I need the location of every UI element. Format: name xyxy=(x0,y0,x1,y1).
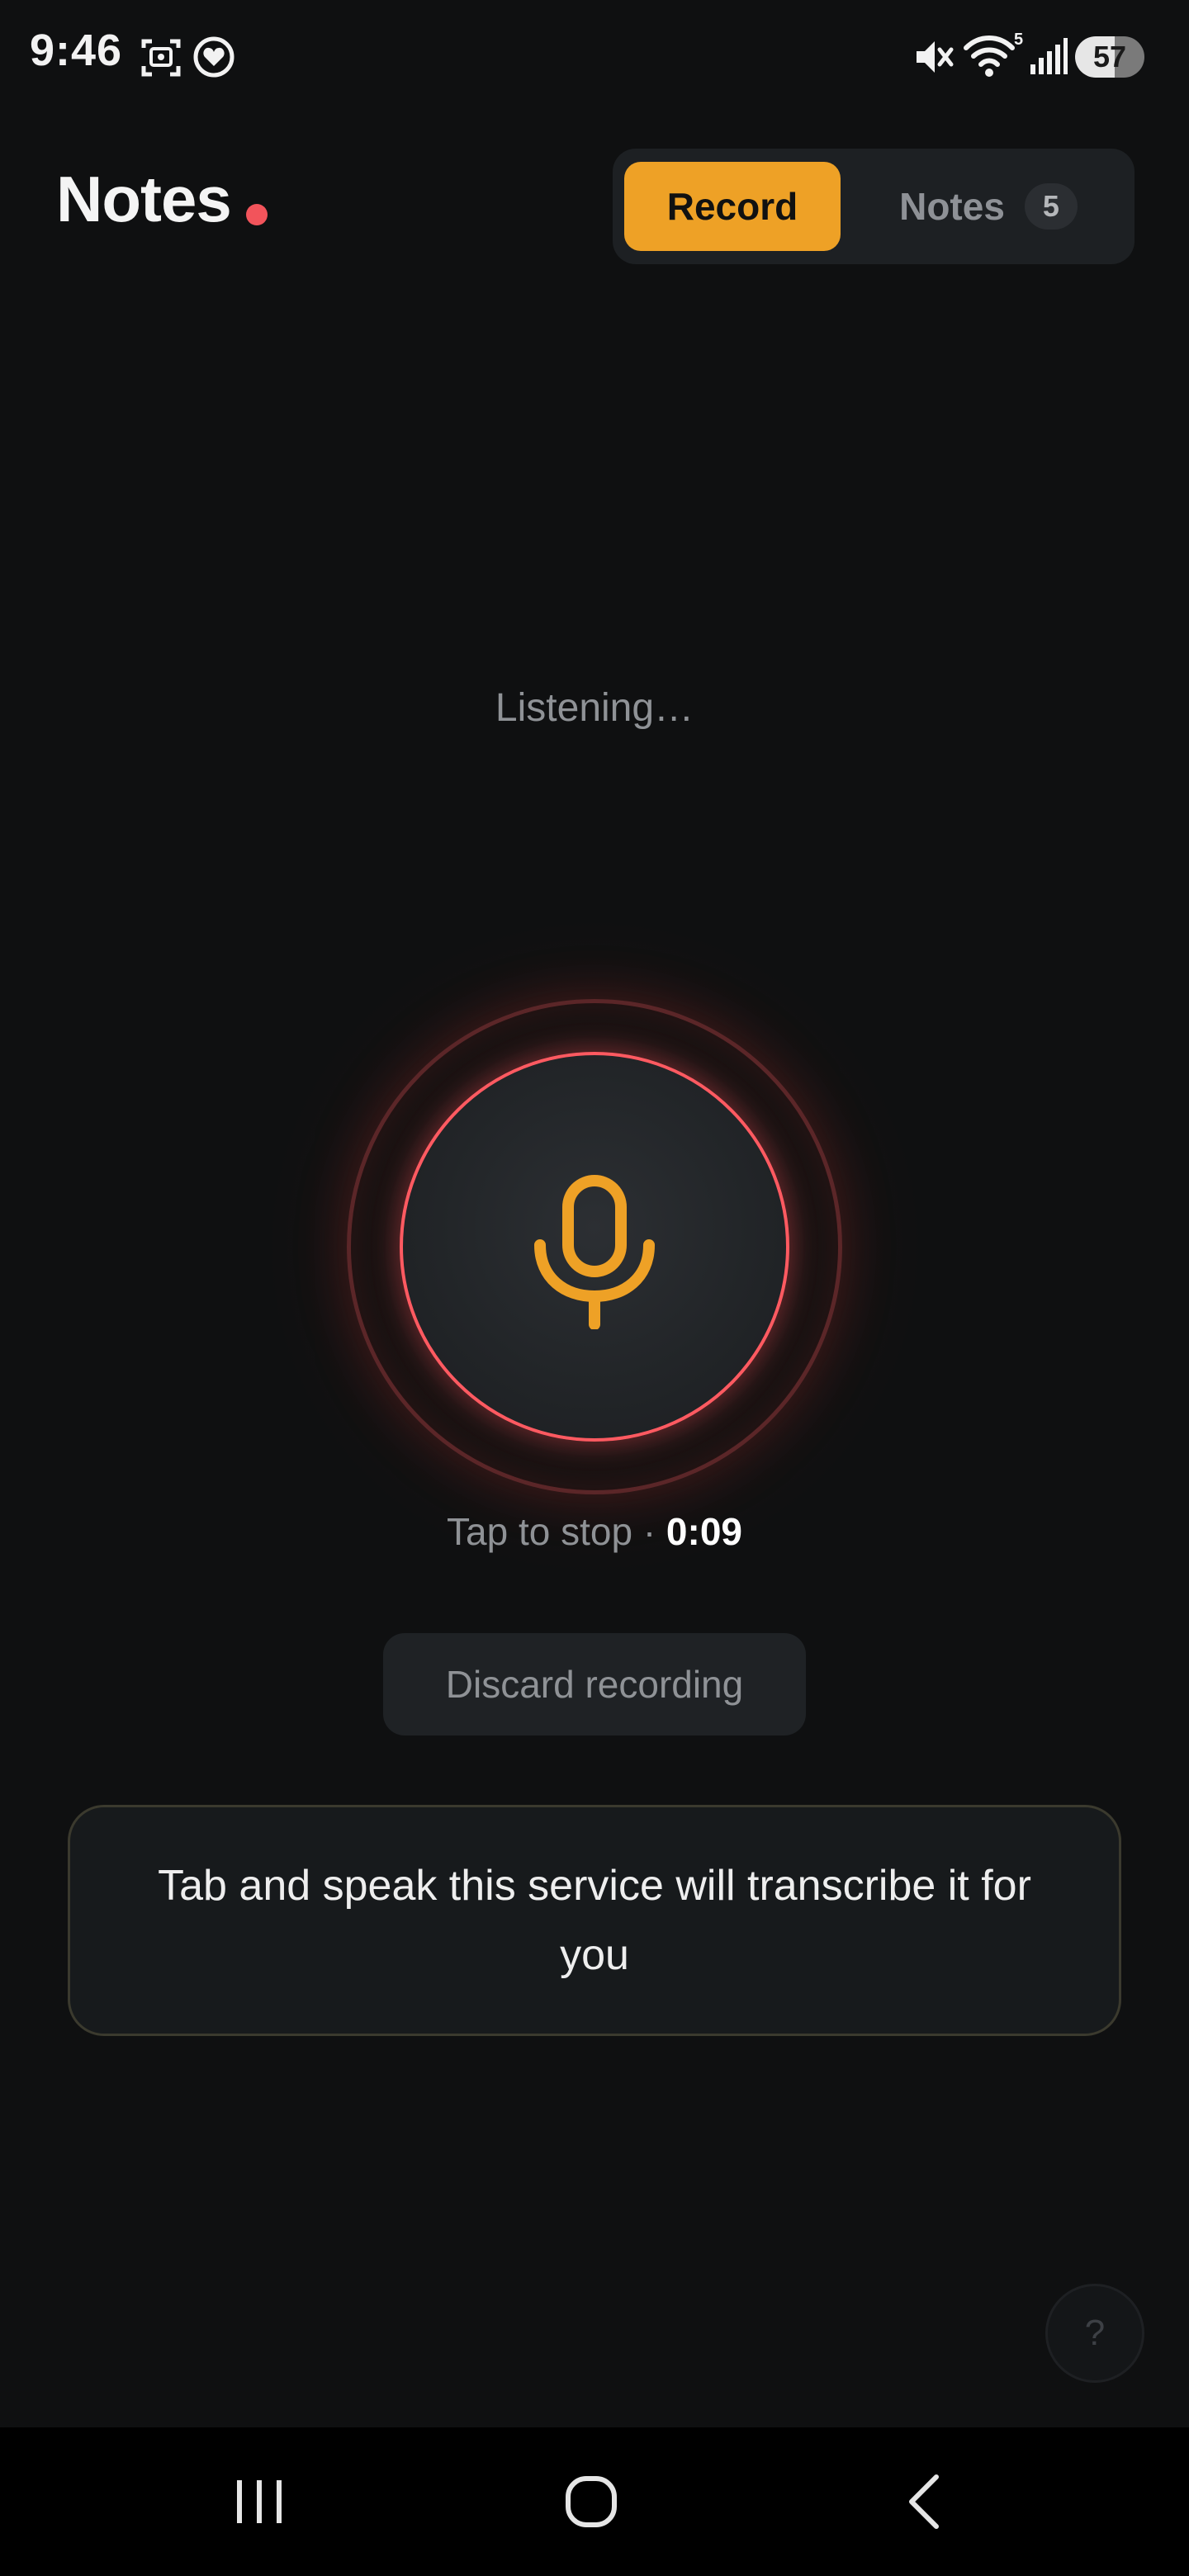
signal-icon xyxy=(1030,38,1068,74)
discard-recording-label: Discard recording xyxy=(445,1663,744,1706)
back-icon[interactable] xyxy=(875,2460,974,2543)
recording-indicator-dot xyxy=(246,204,268,225)
tab-notes[interactable]: Notes 5 xyxy=(852,162,1125,251)
help-button[interactable]: ? xyxy=(1045,2284,1144,2383)
wifi-badge: 5 xyxy=(1014,31,1023,49)
heart-icon xyxy=(193,36,234,78)
tap-to-stop-label: Tap to stop · xyxy=(447,1510,666,1553)
mode-tabs: Record Notes 5 xyxy=(613,149,1135,264)
tab-record[interactable]: Record xyxy=(624,162,841,251)
wifi-icon: 5 xyxy=(964,31,1023,77)
help-icon: ? xyxy=(1084,2313,1106,2353)
system-nav-bar xyxy=(0,2427,1189,2576)
home-icon[interactable] xyxy=(542,2460,641,2543)
battery-icon: 57 xyxy=(1075,36,1144,78)
listening-status: Listening… xyxy=(495,686,694,730)
microphone-icon xyxy=(534,1175,655,1329)
discard-recording-button[interactable]: Discard recording xyxy=(383,1633,806,1735)
hint-card: Tab and speak this service will transcri… xyxy=(68,1805,1121,2036)
tap-to-stop-text: Tap to stop · 0:09 xyxy=(0,1509,1189,1554)
mute-icon xyxy=(917,41,954,73)
recording-timer: 0:09 xyxy=(666,1510,742,1553)
status-time: 9:46 xyxy=(30,26,123,75)
tab-notes-label: Notes xyxy=(899,185,1005,228)
status-bar: 9:46 5 57 xyxy=(0,0,1189,112)
hint-text: Tab and speak this service will transcri… xyxy=(158,1862,1031,1979)
tab-record-label: Record xyxy=(666,185,798,228)
screenshot-icon xyxy=(141,39,181,77)
battery-level: 57 xyxy=(1092,40,1127,73)
recent-apps-icon[interactable] xyxy=(210,2460,309,2543)
notes-count-badge: 5 xyxy=(1024,183,1078,230)
page-title: Notes xyxy=(56,163,232,235)
